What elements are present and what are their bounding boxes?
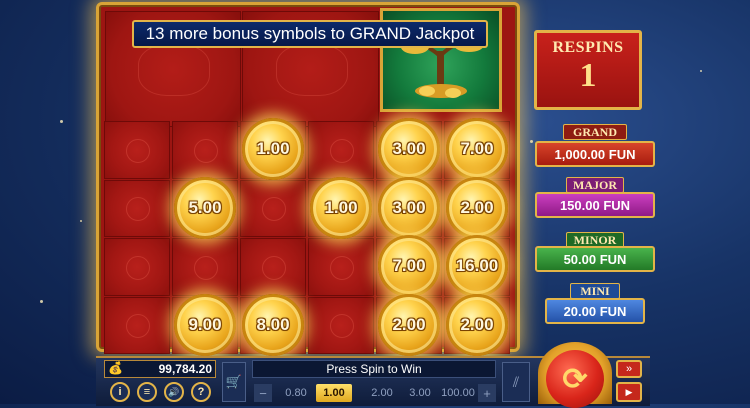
bonus-coin-value: 8.00 [256,314,290,334]
bonus-coin: 7.00 [446,118,508,180]
bonus-banner-text: 13 more bonus symbols to GRAND Jackpot [145,24,475,43]
sound-button[interactable]: 🔊 [164,382,184,402]
autoplay-button[interactable]: » [616,360,642,378]
bonus-coin: 3.00 [378,118,440,180]
bonus-coin-value: 1.00 [256,139,290,158]
jackpot-major-label: MAJOR [566,177,624,193]
bonus-coin: 2.00 [378,293,440,356]
reel-cell [104,121,170,179]
info-button[interactable]: i [110,382,130,402]
reel-cell [104,238,170,296]
sparkle [530,140,533,143]
bonus-coin: 2.00 [446,176,508,239]
menu-button[interactable]: ≡ [137,382,157,402]
bonus-coin-value: 2.00 [460,314,494,334]
bonus-banner: 13 more bonus symbols to GRAND Jackpot [132,20,488,48]
jackpot-major-value: 150.00 FUN [535,192,655,218]
play-icon: ▶ [625,386,633,397]
turbo-icon: ⫽ [512,373,520,390]
reel-cell [308,238,374,296]
bet-option-selected[interactable]: 1.00 [316,384,352,402]
balance-value: 99,784.20 [158,362,212,376]
help-button[interactable]: ? [191,382,211,402]
bonus-coin: 1.00 [242,118,304,180]
reel-cell [308,121,374,179]
sparkle [700,70,702,72]
bonus-coin-value: 3.00 [392,139,426,158]
reel-cell [172,121,238,179]
bonus-coin-value: 1.00 [324,197,358,217]
bet-option[interactable]: 3.00 [404,384,436,402]
status-message: Press Spin to Win [326,362,422,376]
spin-button-ring[interactable]: ⟳ [538,342,612,408]
reel-cell [104,179,170,237]
bonus-coin: 3.00 [378,176,440,239]
sparkle [60,120,63,123]
reel-cell [104,296,170,354]
bonus-coin-value: 7.00 [460,139,494,158]
reel-cell [240,179,306,237]
bonus-coin: 16.00 [446,235,508,297]
sparkle [80,220,82,222]
bet-increase-button[interactable]: + [478,384,496,402]
jackpot-mini-label: MINI [570,283,620,299]
bonus-coin: 8.00 [242,293,304,356]
cart-icon: 🛒 [225,374,243,389]
bet-decrease-button[interactable]: − [254,384,272,402]
bonus-coin: 9.00 [174,293,236,356]
bonus-coin-value: 7.00 [392,256,426,275]
sparkle [40,300,43,303]
turbo-button[interactable]: ⫽ [502,362,530,402]
bonus-coin-value: 16.00 [455,256,499,275]
autoplay-icon: » [625,363,633,375]
bonus-coin: 5.00 [174,176,236,239]
wallet-icon: 💰 [108,361,123,375]
bonus-coin-value: 9.00 [188,314,222,334]
respins-count: 1 [579,57,597,94]
bonus-coin-value: 2.00 [460,197,494,217]
bet-option[interactable]: 100.00 [438,384,478,402]
respins-title: RESPINS [552,39,624,56]
spin-button[interactable]: ⟳ [546,350,604,408]
reel-cell [308,296,374,354]
respins-panel: RESPINS 1 [534,30,642,110]
jackpot-grand-value: 1,000.00 FUN [535,141,655,167]
jackpot-mini-value: 20.00 FUN [545,298,645,324]
bonus-coin: 2.00 [446,293,508,356]
bet-option[interactable]: 0.80 [280,384,312,402]
status-message-box: Press Spin to Win [252,360,496,378]
reel-cell [240,238,306,296]
bonus-coin-value: 2.00 [392,314,426,334]
jackpot-minor-value: 50.00 FUN [535,246,655,272]
bonus-coin: 7.00 [378,235,440,297]
bet-option[interactable]: 2.00 [366,384,398,402]
fast-play-button[interactable]: ▶ [616,382,642,402]
reel-cell [172,238,238,296]
bonus-coin: 1.00 [310,176,372,239]
jackpot-grand-label: GRAND [563,124,627,140]
bonus-coin-value: 3.00 [392,197,426,217]
bonus-coin-value: 5.00 [188,197,222,217]
buy-feature-button[interactable]: 🛒 [222,362,246,402]
refresh-icon: ⟳ [562,362,588,396]
